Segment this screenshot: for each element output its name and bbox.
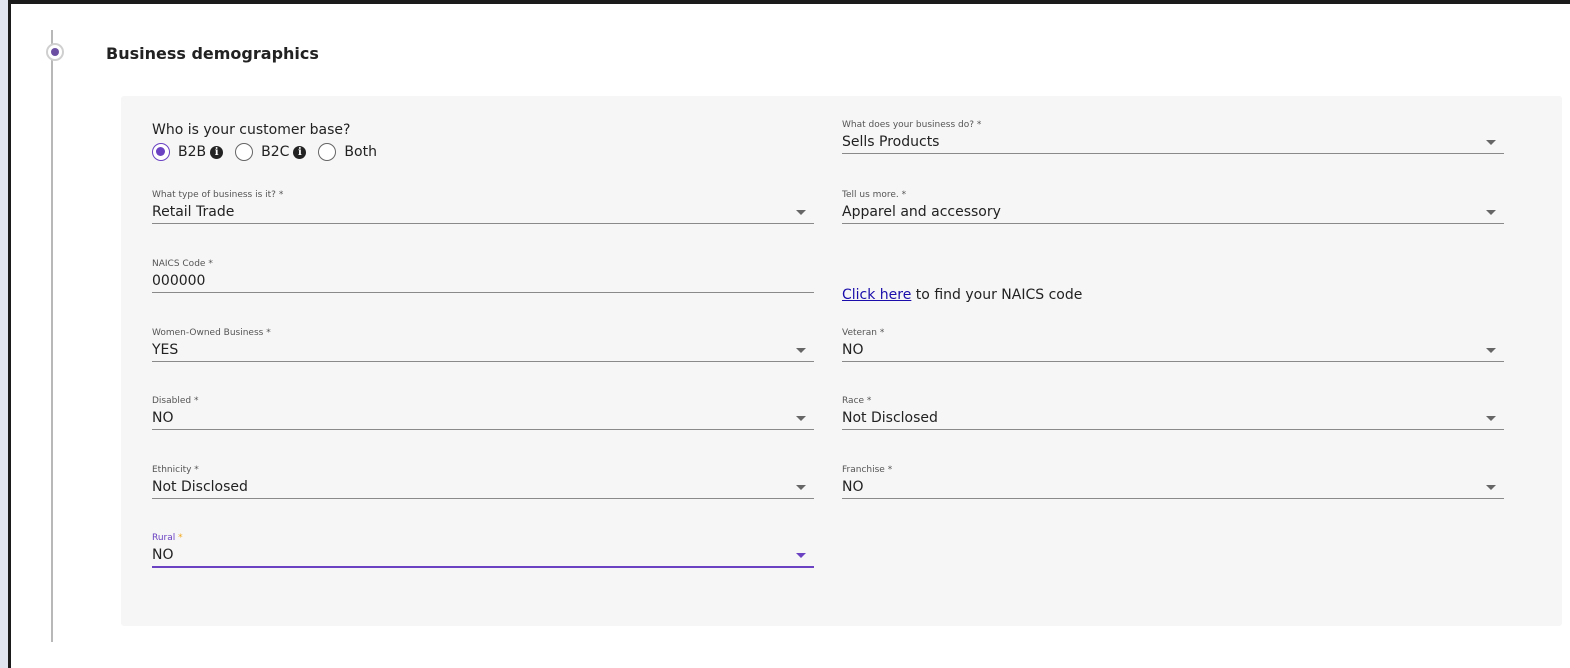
step-indicator-icon <box>46 43 64 61</box>
veteran-value: NO <box>842 342 864 358</box>
rural-value: NO <box>152 547 174 563</box>
dropdown-arrow-icon[interactable] <box>1486 348 1496 353</box>
race-label: Race <box>842 396 865 406</box>
women-owned-value: YES <box>152 342 179 358</box>
radio-option-b2b[interactable]: B2B i <box>152 143 224 161</box>
ethnicity-label: Ethnicity <box>152 465 192 475</box>
info-circle-icon[interactable]: i <box>210 145 224 159</box>
business-type-value: Retail Trade <box>152 204 235 220</box>
dropdown-arrow-icon[interactable] <box>796 416 806 421</box>
franchise-label: Franchise <box>842 465 885 475</box>
radio-b2b-label: B2B <box>178 144 207 160</box>
naics-code-input[interactable]: NAICS Code * 000000 <box>152 258 814 293</box>
disabled-label: Disabled <box>152 396 192 406</box>
race-select[interactable]: Race * Not Disclosed <box>842 395 1504 430</box>
naics-code-value: 000000 <box>152 273 206 289</box>
dropdown-arrow-icon[interactable] <box>796 485 806 490</box>
women-owned-label: Women-Owned Business <box>152 328 264 338</box>
dropdown-arrow-icon[interactable] <box>1486 485 1496 490</box>
franchise-value: NO <box>842 479 864 495</box>
veteran-select[interactable]: Veteran * NO <box>842 327 1504 362</box>
radio-option-both[interactable]: Both <box>318 143 377 161</box>
naics-code-label: NAICS Code <box>152 259 206 269</box>
ethnicity-value: Not Disclosed <box>152 479 248 495</box>
veteran-label: Veteran <box>842 328 877 338</box>
radio-b2c-label: B2C <box>261 144 290 160</box>
radio-both[interactable] <box>318 143 337 161</box>
dropdown-arrow-icon[interactable] <box>796 348 806 353</box>
radio-b2c[interactable] <box>235 143 254 161</box>
dropdown-arrow-icon[interactable] <box>1486 210 1496 215</box>
radio-b2b[interactable] <box>152 143 170 161</box>
section-title: Business demographics <box>106 44 319 63</box>
franchise-select[interactable]: Franchise * NO <box>842 464 1504 499</box>
naics-help-text: Click here to find your NAICS code <box>842 287 1083 303</box>
business-do-value: Sells Products <box>842 134 940 150</box>
dropdown-arrow-icon[interactable] <box>1486 416 1496 421</box>
rural-label: Rural <box>152 533 176 543</box>
tell-more-value: Apparel and accessory <box>842 204 1001 220</box>
rural-select[interactable]: Rural * NO <box>152 532 814 568</box>
dropdown-arrow-icon[interactable] <box>796 553 806 558</box>
info-circle-icon[interactable]: i <box>293 145 307 159</box>
ethnicity-select[interactable]: Ethnicity * Not Disclosed <box>152 464 814 499</box>
stepper-line <box>51 30 53 642</box>
business-type-select[interactable]: What type of business is it? * Retail Tr… <box>152 189 814 224</box>
business-do-label: What does your business do? <box>842 120 974 130</box>
race-value: Not Disclosed <box>842 410 938 426</box>
customer-base-radio-group: B2B i B2C i Both <box>152 143 389 161</box>
customer-base-question: Who is your customer base? <box>152 122 351 138</box>
disabled-value: NO <box>152 410 174 426</box>
radio-option-b2c[interactable]: B2C i <box>235 143 307 161</box>
tell-more-label: Tell us more. <box>842 190 899 200</box>
business-type-label: What type of business is it? <box>152 190 276 200</box>
disabled-select[interactable]: Disabled * NO <box>152 395 814 430</box>
tell-more-select[interactable]: Tell us more. * Apparel and accessory <box>842 189 1504 224</box>
radio-both-label: Both <box>344 144 377 160</box>
naics-help-link[interactable]: Click here <box>842 287 911 303</box>
women-owned-select[interactable]: Women-Owned Business * YES <box>152 327 814 362</box>
business-do-select[interactable]: What does your business do? * Sells Prod… <box>842 119 1504 154</box>
dropdown-arrow-icon[interactable] <box>1486 140 1496 145</box>
dropdown-arrow-icon[interactable] <box>796 210 806 215</box>
